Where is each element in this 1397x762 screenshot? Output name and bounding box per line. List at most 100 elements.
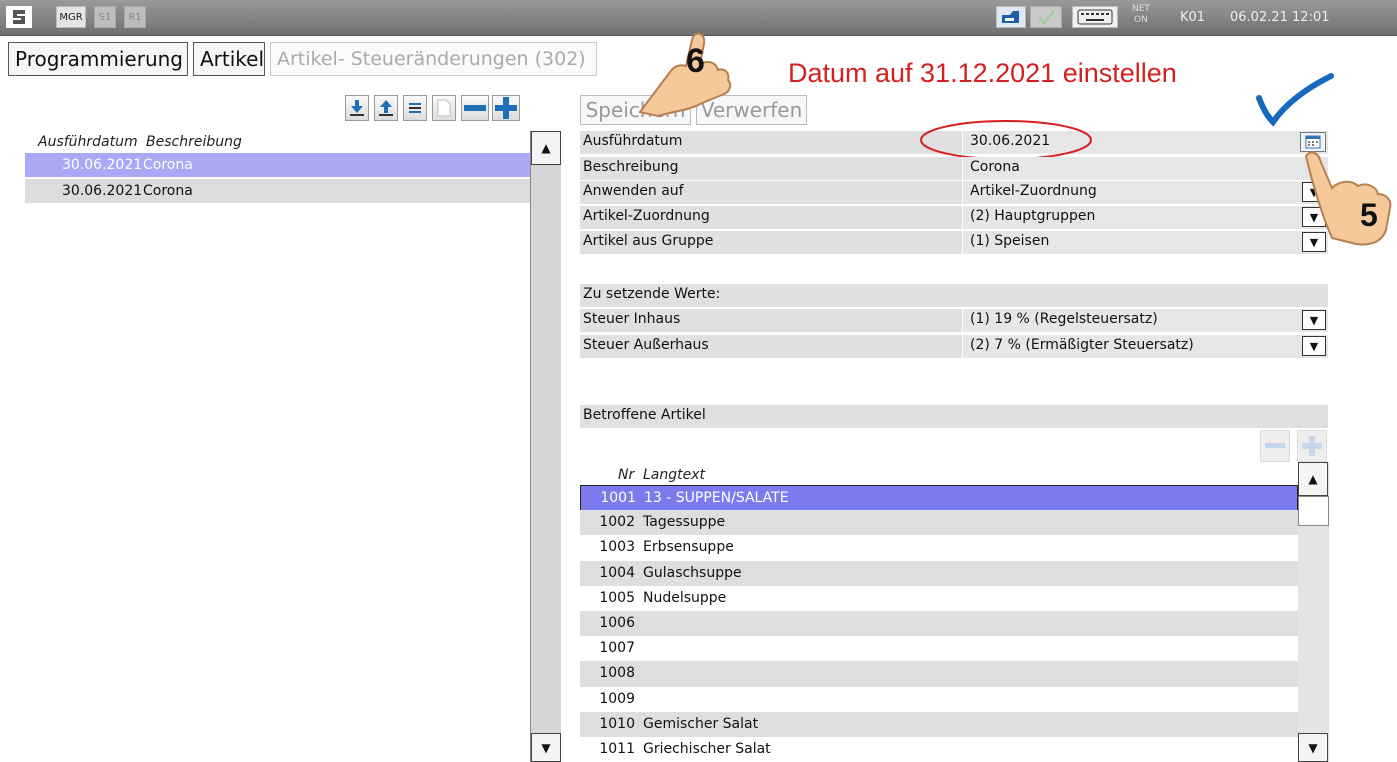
- datetime: 06.02.21 12:01: [1230, 10, 1330, 25]
- scroll-down-button[interactable]: ▼: [531, 733, 561, 762]
- article-text: Tagessuppe: [643, 514, 726, 531]
- network-state: ON: [1134, 15, 1148, 25]
- row-description: Corona: [143, 157, 193, 173]
- assignment-select[interactable]: (2) Hauptgruppen ▼: [962, 206, 1328, 229]
- field-label: Steuer Inhaus: [583, 311, 681, 327]
- pointing-hand-icon: 5: [1304, 151, 1392, 246]
- article-row[interactable]: 1011 Griechischer Salat: [580, 737, 1298, 762]
- field-label: Ausführdatum: [583, 133, 683, 149]
- col-header-description: Beschreibung: [146, 134, 242, 150]
- field-label: Anwenden auf: [583, 183, 684, 199]
- field-label: Artikel aus Gruppe: [583, 233, 714, 249]
- row-date: 30.06.2021: [62, 157, 143, 173]
- breadcrumb-artikel[interactable]: Artikel: [193, 42, 265, 76]
- remove-article-button[interactable]: [1260, 430, 1290, 462]
- sync-check-icon[interactable]: [1030, 6, 1062, 28]
- left-scrollbar-track[interactable]: [530, 131, 561, 762]
- add-button[interactable]: [492, 95, 520, 121]
- scroll-up-button[interactable]: ▲: [1298, 462, 1328, 496]
- network-label: NET: [1132, 4, 1150, 14]
- field-anwenden-auf: Anwenden auf Artikel-Zuordnung ▼: [580, 181, 1328, 204]
- article-nr: 1010: [599, 715, 635, 732]
- article-text: Gemischer Salat: [643, 715, 759, 732]
- col-header-langtext: Langtext: [643, 467, 706, 483]
- list-view-button[interactable]: [403, 95, 427, 121]
- article-row[interactable]: 1002 Tagessuppe: [580, 510, 1298, 537]
- article-row[interactable]: 1009: [580, 686, 1298, 713]
- add-article-button[interactable]: [1297, 430, 1327, 462]
- article-row[interactable]: 1003 Erbsensuppe: [580, 535, 1298, 562]
- field-beschreibung: Beschreibung Corona: [580, 157, 1328, 180]
- article-row[interactable]: 1007: [580, 636, 1298, 663]
- chevron-down-icon[interactable]: ▼: [1302, 336, 1326, 356]
- article-nr: 1009: [599, 690, 635, 707]
- scroll-down-button[interactable]: ▼: [1298, 733, 1328, 762]
- slot-s1-badge[interactable]: S1: [94, 6, 116, 28]
- article-nr: 1007: [599, 640, 635, 657]
- scrollbar-thumb[interactable]: [1298, 496, 1329, 526]
- article-row[interactable]: 1008: [580, 661, 1298, 688]
- date-highlight-circle: [920, 120, 1092, 160]
- values-section-title: Zu setzende Werte:: [580, 284, 1328, 307]
- article-nr: 1003: [599, 539, 635, 556]
- list-row[interactable]: 30.06.2021 Corona: [25, 179, 530, 203]
- breadcrumb-programmierung[interactable]: Programmierung: [8, 42, 188, 76]
- printer-icon[interactable]: [996, 6, 1026, 28]
- field-steuer-inhaus: Steuer Inhaus (1) 19 % (Regelsteuersatz)…: [580, 309, 1328, 332]
- keyboard-icon[interactable]: [1072, 6, 1118, 28]
- article-nr: 1008: [599, 665, 635, 682]
- pointing-hand-icon: 6: [638, 32, 732, 118]
- article-nr: 1005: [599, 589, 635, 606]
- article-nr: 1004: [599, 564, 635, 581]
- article-row[interactable]: 1010 Gemischer Salat: [580, 711, 1298, 738]
- checkmark-icon: [1256, 73, 1334, 127]
- chevron-down-icon[interactable]: ▼: [1302, 310, 1326, 330]
- article-text: Nudelsuppe: [643, 589, 727, 606]
- field-label: Beschreibung: [583, 159, 679, 175]
- network-status: NET ON: [1132, 4, 1150, 26]
- tax-inhouse-select[interactable]: (1) 19 % (Regelsteuersatz) ▼: [962, 309, 1328, 332]
- article-text: Gulaschsuppe: [643, 564, 742, 581]
- row-description: Corona: [143, 183, 193, 199]
- page-title: Artikel- Steueränderungen (302): [270, 42, 597, 76]
- article-text: 13 - SUPPEN/SALATE: [644, 490, 789, 506]
- field-artikel-zuordnung: Artikel-Zuordnung (2) Hauptgruppen ▼: [580, 206, 1328, 229]
- description-input[interactable]: Corona: [962, 157, 1328, 180]
- row-date: 30.06.2021: [62, 183, 143, 199]
- affected-section-title: Betroffene Artikel: [580, 405, 1328, 428]
- move-down-button[interactable]: [345, 95, 369, 121]
- article-text: Griechischer Salat: [643, 741, 771, 757]
- field-label: Artikel-Zuordnung: [583, 208, 710, 224]
- article-row-selected[interactable]: 1001 13 - SUPPEN/SALATE: [580, 485, 1298, 511]
- move-up-button[interactable]: [374, 95, 398, 121]
- list-row-selected[interactable]: 30.06.2021 Corona: [25, 153, 530, 177]
- article-nr: 1006: [599, 615, 635, 631]
- scroll-up-button[interactable]: ▲: [531, 131, 561, 165]
- article-row[interactable]: 1004 Gulaschsuppe: [580, 560, 1298, 587]
- col-header-date: Ausführdatum: [38, 134, 138, 150]
- app-logo-icon[interactable]: [6, 6, 32, 28]
- field-label: Steuer Außerhaus: [583, 337, 709, 353]
- calendar-icon[interactable]: [1300, 132, 1326, 152]
- apply-to-select[interactable]: Artikel-Zuordnung ▼: [962, 181, 1328, 204]
- terminal-id: K01: [1180, 10, 1206, 25]
- select-value: (1) 19 % (Regelsteuersatz): [970, 311, 1158, 327]
- article-nr: 1001: [600, 490, 636, 506]
- field-steuer-ausserhaus: Steuer Außerhaus (2) 7 % (Ermäßigter Ste…: [580, 335, 1328, 358]
- remove-button[interactable]: [461, 95, 489, 121]
- field-artikel-aus-gruppe: Artikel aus Gruppe (1) Speisen ▼: [580, 231, 1328, 254]
- article-text: Erbsensuppe: [643, 539, 734, 556]
- select-value: (2) 7 % (Ermäßigter Steuersatz): [970, 337, 1194, 353]
- select-value: Artikel-Zuordnung: [970, 183, 1097, 199]
- slot-r1-badge[interactable]: R1: [124, 6, 146, 28]
- copy-button[interactable]: [432, 95, 456, 121]
- step-number-6: 6: [686, 42, 705, 80]
- col-header-nr: Nr: [618, 467, 635, 483]
- select-value: (2) Hauptgruppen: [970, 208, 1096, 224]
- article-row[interactable]: 1006: [580, 611, 1298, 637]
- tax-takeaway-select[interactable]: (2) 7 % (Ermäßigter Steuersatz) ▼: [962, 335, 1328, 358]
- article-row[interactable]: 1005 Nudelsuppe: [580, 585, 1298, 612]
- user-badge[interactable]: MGR: [56, 6, 86, 28]
- step-number-5: 5: [1360, 197, 1378, 233]
- group-select[interactable]: (1) Speisen ▼: [962, 231, 1328, 254]
